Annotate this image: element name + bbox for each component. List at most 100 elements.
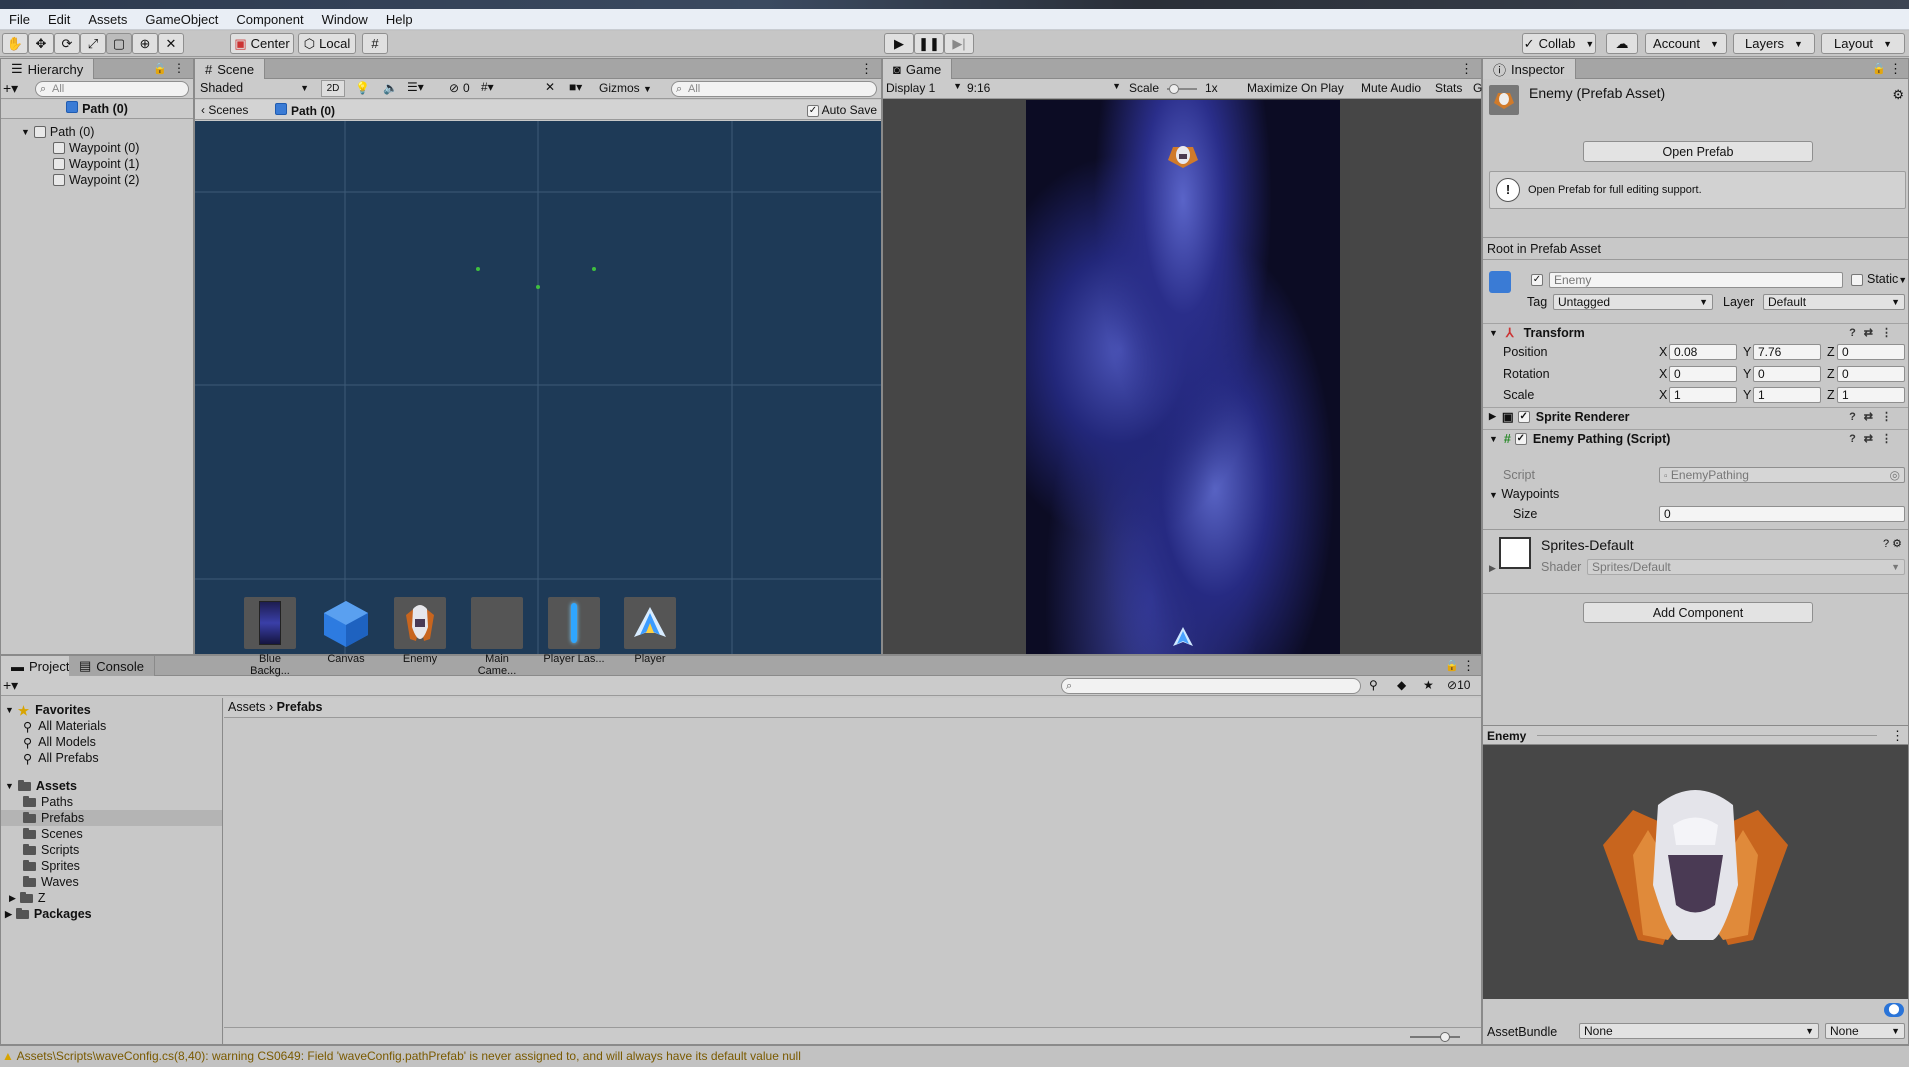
- folder-item[interactable]: Paths: [23, 794, 222, 810]
- packages-node[interactable]: ▶ Packages: [1, 906, 222, 922]
- layer-dropdown[interactable]: Default ▼: [1763, 294, 1905, 310]
- component-menu-icons[interactable]: ?⇄⋮: [1849, 432, 1900, 445]
- material-menu-icons[interactable]: ? ⚙: [1883, 537, 1902, 550]
- asset-item[interactable]: Player: [619, 597, 681, 665]
- rotate-tool-icon[interactable]: ⟳: [54, 33, 80, 54]
- tab-scene[interactable]: # Scene: [195, 59, 266, 79]
- gizmos-toggle[interactable]: G: [1473, 81, 1482, 95]
- asset-item[interactable]: Enemy: [389, 597, 451, 665]
- tools-icon[interactable]: ✕: [545, 80, 555, 94]
- game-viewport[interactable]: [1026, 100, 1340, 654]
- pivot-local-button[interactable]: ⬡ Local: [298, 33, 356, 54]
- favorite-item[interactable]: ⚲ All Prefabs: [23, 750, 222, 766]
- scale-x-field[interactable]: 1: [1669, 387, 1737, 403]
- scene-search-input[interactable]: All: [671, 81, 877, 97]
- aspect-dropdown[interactable]: 9:16 ▼: [967, 81, 1121, 95]
- enabled-checkbox[interactable]: ✓: [1517, 410, 1530, 423]
- collapse-arrow-icon[interactable]: ▶: [1489, 563, 1496, 574]
- settings-gear-icon[interactable]: ⚙: [1892, 87, 1904, 103]
- hierarchy-item[interactable]: Waypoint (0): [53, 140, 193, 156]
- enabled-checkbox[interactable]: ✓: [1514, 432, 1527, 445]
- collab-button[interactable]: ✓ Collab ▼: [1522, 33, 1596, 54]
- tag-dropdown[interactable]: Untagged ▼: [1553, 294, 1713, 310]
- assetbundle-variant-dropdown[interactable]: None ▼: [1825, 1023, 1905, 1039]
- search-by-type-icon[interactable]: ⚲: [1369, 678, 1378, 692]
- scale-tool-icon[interactable]: ⤢: [80, 33, 106, 54]
- pause-button[interactable]: ❚❚: [914, 33, 944, 54]
- custom-tool-icon[interactable]: ✕: [158, 33, 184, 54]
- enemy-pathing-header[interactable]: ▼ # ✓ Enemy Pathing (Script) ?⇄⋮: [1483, 429, 1908, 447]
- scale-z-field[interactable]: 1: [1837, 387, 1905, 403]
- rotation-x-field[interactable]: 0: [1669, 366, 1737, 382]
- position-z-field[interactable]: 0: [1837, 344, 1905, 360]
- tab-inspector[interactable]: ⓘ Inspector: [1483, 59, 1576, 79]
- search-by-label-icon[interactable]: ◆: [1397, 678, 1406, 692]
- menu-component[interactable]: Component: [227, 12, 312, 27]
- scenes-breadcrumb[interactable]: ‹ Scenes: [201, 103, 248, 117]
- tab-console[interactable]: ▤ Console: [69, 656, 155, 676]
- component-menu-icons[interactable]: ?⇄⋮: [1849, 326, 1900, 339]
- scale-y-field[interactable]: 1: [1753, 387, 1821, 403]
- menu-assets[interactable]: Assets: [79, 12, 136, 27]
- object-picker-icon[interactable]: ◎: [1890, 468, 1900, 482]
- hierarchy-search-input[interactable]: All: [35, 81, 189, 97]
- favorite-item[interactable]: ⚲ All Models: [23, 734, 222, 750]
- maximize-on-play-toggle[interactable]: Maximize On Play: [1247, 81, 1344, 95]
- gizmos-dropdown[interactable]: Gizmos ▼: [599, 80, 663, 97]
- active-checkbox[interactable]: ✓: [1531, 274, 1543, 286]
- lighting-icon[interactable]: 💡: [355, 81, 370, 95]
- asset-item[interactable]: Canvas: [315, 597, 377, 665]
- transform-tool-icon[interactable]: ⊕: [132, 33, 158, 54]
- 2d-toggle[interactable]: 2D: [321, 80, 345, 97]
- open-prefab-button[interactable]: Open Prefab: [1583, 141, 1813, 162]
- icon-size-slider[interactable]: [1410, 1032, 1460, 1042]
- favorite-star-icon[interactable]: ★: [1423, 678, 1434, 692]
- hand-tool-icon[interactable]: ✋: [2, 33, 28, 54]
- effects-icon[interactable]: ☰▾: [407, 80, 424, 94]
- waypoints-foldout[interactable]: ▼ Waypoints: [1489, 487, 1559, 501]
- menu-gameobject[interactable]: GameObject: [136, 12, 227, 27]
- status-bar[interactable]: ▲ Assets\Scripts\waveConfig.cs(8,40): wa…: [0, 1045, 1909, 1067]
- cloud-icon[interactable]: ☁: [1606, 33, 1638, 54]
- hierarchy-item[interactable]: ▼ Path (0): [21, 124, 193, 140]
- autosave-toggle[interactable]: ✓ Auto Save: [806, 103, 877, 117]
- grid-toggle-icon[interactable]: #▾: [481, 80, 494, 94]
- rotation-y-field[interactable]: 0: [1753, 366, 1821, 382]
- kebab-menu-icon[interactable]: ⋮: [1889, 61, 1902, 77]
- sprite-renderer-header[interactable]: ▶ ▣ ✓ Sprite Renderer ?⇄⋮: [1483, 407, 1908, 425]
- tab-hierarchy[interactable]: ☰ Hierarchy: [1, 59, 95, 79]
- menu-help[interactable]: Help: [377, 12, 422, 27]
- static-checkbox[interactable]: [1851, 274, 1863, 286]
- mute-audio-toggle[interactable]: Mute Audio: [1361, 81, 1421, 95]
- add-component-button[interactable]: Add Component: [1583, 602, 1813, 623]
- hierarchy-item[interactable]: Waypoint (1): [53, 156, 193, 172]
- breadcrumb-prefabs[interactable]: Prefabs: [277, 700, 323, 714]
- project-search-input[interactable]: [1061, 678, 1361, 694]
- prefab-breadcrumb[interactable]: Path (0): [275, 103, 335, 118]
- position-x-field[interactable]: 0.08: [1669, 344, 1737, 360]
- hidden-objects-icon[interactable]: ⊘: [449, 81, 459, 95]
- favorite-item[interactable]: ⚲ All Materials: [23, 718, 222, 734]
- kebab-menu-icon[interactable]: ⋮: [1891, 728, 1904, 744]
- move-tool-icon[interactable]: ✥: [28, 33, 54, 54]
- folder-item[interactable]: Scripts: [23, 842, 222, 858]
- display-dropdown[interactable]: Display 1 ▼: [886, 81, 962, 95]
- menu-window[interactable]: Window: [313, 12, 377, 27]
- play-button[interactable]: ▶: [884, 33, 914, 54]
- asset-item[interactable]: Blue Backg...: [239, 597, 301, 677]
- static-dropdown[interactable]: Static▼: [1867, 272, 1907, 286]
- kebab-menu-icon[interactable]: ⋮: [1460, 61, 1473, 77]
- expand-arrow-icon[interactable]: ▼: [21, 127, 30, 137]
- folder-item[interactable]: Waves: [23, 874, 222, 890]
- waypoints-size-field[interactable]: 0: [1659, 506, 1905, 522]
- menu-file[interactable]: File: [0, 12, 39, 27]
- kebab-menu-icon[interactable]: ⋮: [1462, 658, 1475, 674]
- component-menu-icons[interactable]: ?⇄⋮: [1849, 410, 1900, 423]
- grid-snap-icon[interactable]: #: [362, 33, 388, 54]
- folder-item[interactable]: Scenes: [23, 826, 222, 842]
- hidden-packages-toggle[interactable]: ⊘10: [1447, 678, 1470, 692]
- kebab-menu-icon[interactable]: ⋮: [860, 61, 873, 77]
- shading-mode-dropdown[interactable]: Shaded ▼: [197, 80, 313, 97]
- scale-slider[interactable]: [1167, 84, 1197, 94]
- position-y-field[interactable]: 7.76: [1753, 344, 1821, 360]
